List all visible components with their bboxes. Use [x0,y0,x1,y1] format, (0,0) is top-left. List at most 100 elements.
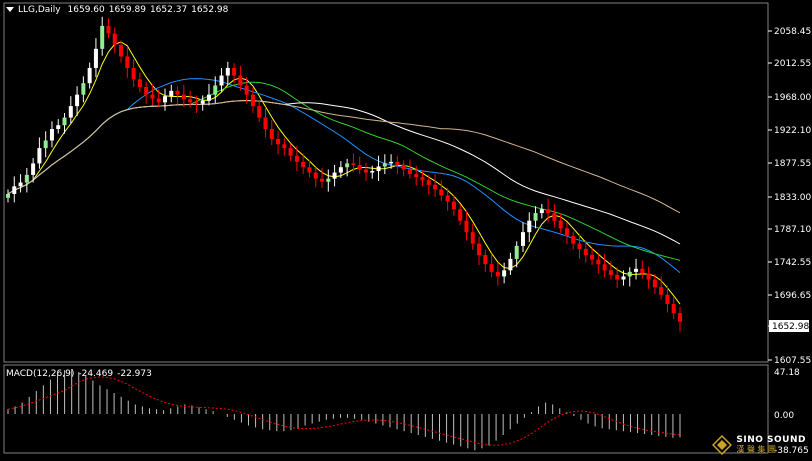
candle-body [407,169,412,175]
dropdown-icon[interactable] [6,7,14,12]
macd-label: MACD(12,26,9) [6,369,75,379]
current-price-label: 1652.98 [772,322,809,332]
candle-body [627,271,632,277]
candle-body [188,99,193,103]
candle-body [294,155,299,162]
candle-body [539,209,544,214]
price-tick-label: 1787.10 [774,225,811,235]
candle-body [169,90,174,97]
candle-body [502,270,507,277]
candle-body [269,129,274,139]
candle-body [24,174,29,183]
candle-body [43,140,48,149]
candle-body [338,167,343,173]
candle-body [577,243,582,249]
candle-body [125,56,130,68]
candle-body [62,117,67,126]
candle-body [75,94,80,107]
macd-tick-label: 47.18 [774,368,800,378]
candle-body [263,117,268,130]
ma-5-line [7,41,681,305]
candle-body [106,25,111,34]
candle-body [150,94,155,99]
trading-chart[interactable]: 2058.45 2012.55 1968.00 1922.10 1877.55 1833.… [0,0,812,461]
ohlc-close: 1652.98 [191,5,229,15]
candle-body [18,182,23,187]
price-tick-label: 2058.45 [774,27,811,37]
price-tick-label: 1696.65 [774,291,811,301]
candle-body [37,148,42,164]
candle-body [345,163,350,168]
macd-signal-value: -22.973 [117,369,152,379]
candle-body [276,138,281,145]
candle-body [659,287,664,295]
macd-tick-label: 0.00 [774,411,794,421]
candle-body [213,85,218,95]
price-panel-border [3,2,769,363]
candle-body [395,161,400,165]
candle-body [181,94,186,100]
candle-body [93,48,98,68]
ma-70-line [7,99,681,214]
candle-body [571,235,576,244]
candle-body [445,195,450,202]
candle-body [615,274,620,280]
candle-body [477,243,482,256]
candle-body [301,161,306,168]
candle-body [363,169,368,173]
ma-45-line [7,99,681,245]
candle-body [81,83,86,95]
candle-body [621,276,626,280]
candle-body [206,94,211,101]
candle-body [87,67,92,84]
candle-body [608,270,613,275]
candle-body [552,213,557,221]
candle-body [232,67,237,76]
price-tick-label: 1922.10 [774,126,811,136]
candle-body [389,161,394,164]
candle-body [451,201,456,210]
candle-body [194,102,199,104]
candle-body [376,166,381,172]
diamond-logo-icon [712,435,733,455]
candle-body [238,75,243,86]
logo-english: SINO SOUND [736,435,806,445]
candle-body [156,98,161,103]
candle-body [426,180,431,185]
macd-signal-line [7,376,681,446]
candle-body [665,294,670,304]
candle-body [244,85,249,95]
candle-body [351,163,356,165]
candle-body [56,125,61,130]
candle-body [646,273,651,280]
candle-body [250,94,255,107]
candle-body [420,177,425,181]
candle-body [332,172,337,179]
candle-body [49,129,54,141]
candle-body [307,167,312,173]
price-tick-label: 1968.00 [774,93,811,103]
candle-body [546,209,551,214]
candle-body [464,220,469,233]
ohlc-low: 1652.37 [149,5,188,15]
candle-body [590,255,595,260]
candle-body [433,184,438,190]
candle-body [31,163,36,175]
candle-body [401,164,406,170]
candle-body [68,106,73,118]
candle-body [527,220,532,233]
price-tick-label: 1607.55 [774,356,811,366]
candle-body [671,303,676,314]
price-tick-label: 1742.55 [774,258,811,268]
candle-body [652,279,657,288]
candle-body [282,144,287,149]
ohlc-high: 1659.89 [108,5,146,15]
candle-body [558,220,563,229]
price-tick-label: 2012.55 [774,59,811,69]
candle-body [602,264,607,271]
price-tick-label: 1833.00 [774,193,811,203]
ohlc-open: 1659.60 [67,5,105,15]
candle-body [12,186,17,194]
candle-body [483,255,488,265]
candle-body [470,232,475,244]
